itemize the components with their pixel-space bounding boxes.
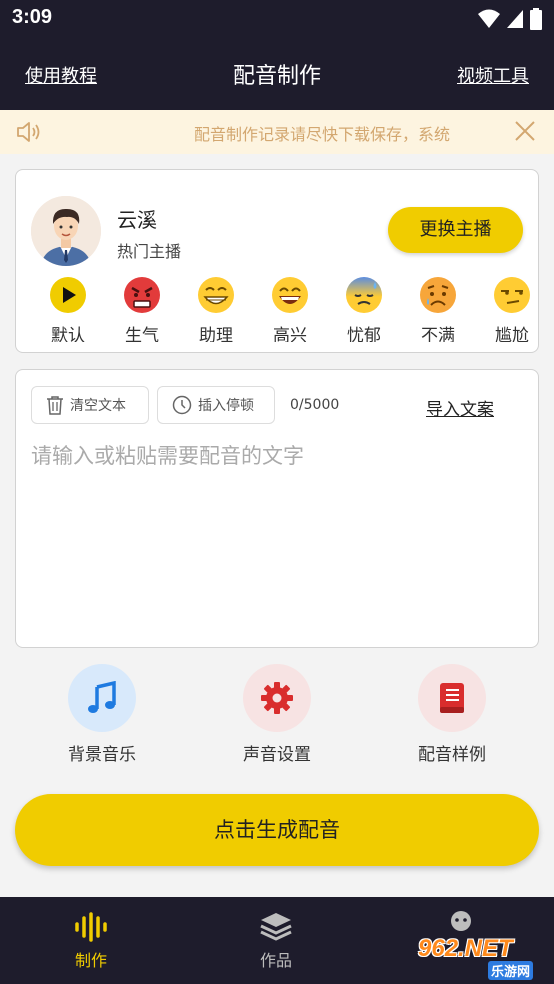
dubbing-samples-label: 配音样例: [418, 745, 486, 765]
battery-icon: [530, 8, 542, 30]
tab-works[interactable]: 作品: [221, 911, 331, 971]
tab-create[interactable]: 制作: [36, 911, 146, 971]
play-icon: [50, 277, 86, 313]
music-note-icon: [88, 681, 116, 713]
status-time: 3:09: [12, 6, 53, 28]
status-icons: [478, 8, 542, 30]
emotion-label: 高兴: [273, 326, 307, 342]
layers-icon: [260, 913, 292, 941]
watermark-subtext: 乐游网: [488, 961, 534, 980]
insert-pause-button[interactable]: 插入停顿: [157, 386, 275, 424]
emotion-label: 忧郁: [347, 326, 381, 342]
sound-wave-icon: [75, 912, 107, 942]
background-music-circle: [68, 664, 136, 732]
status-bar: 3:09: [0, 0, 554, 38]
text-editor-card: 清空文本 插入停顿 0/5000 导入文案: [15, 369, 539, 648]
trash-icon: [47, 396, 63, 415]
dubbing-samples-button[interactable]: 配音样例: [382, 664, 522, 765]
voice-settings-label: 声音设置: [243, 745, 311, 765]
emotion-label: 尴尬: [495, 326, 529, 342]
avatar[interactable]: [31, 196, 101, 266]
tab-create-label: 制作: [74, 951, 107, 970]
signal-icon: [507, 10, 523, 28]
gear-icon: [261, 682, 293, 714]
clear-text-button[interactable]: 清空文本: [31, 386, 149, 424]
emotion-label: 生气: [125, 326, 159, 342]
change-anchor-button[interactable]: 更换主播: [388, 207, 523, 253]
top-nav-bar: 使用教程 配音制作 视频工具: [0, 38, 554, 110]
voice-settings-circle: [243, 664, 311, 732]
clock-icon: [172, 395, 192, 415]
emotion-assistant[interactable]: 助理: [183, 276, 249, 342]
avatar-image: [31, 196, 101, 266]
speaker-icon: [17, 122, 40, 142]
emotion-angry[interactable]: 生气: [109, 276, 175, 342]
close-icon[interactable]: [514, 120, 536, 142]
profile-icon: [451, 911, 471, 931]
emotion-label: 不满: [421, 326, 455, 342]
happy-face-icon: [272, 277, 308, 313]
script-text-input[interactable]: [31, 440, 521, 630]
emotion-list: 默认 生气 助理 高兴 忧郁 不满 尴尬: [16, 276, 538, 342]
watermark-text: 962.NET: [418, 935, 513, 962]
unamused-face-icon: [494, 277, 530, 313]
anchor-card: 云溪 热门主播 更换主播 默认 生气 助理 高兴 忧郁 不满 尴尬: [15, 169, 539, 353]
watermark-logo: 962.NET 乐游网: [414, 935, 550, 981]
dubbing-samples-circle: [418, 664, 486, 732]
grin-face-icon: [198, 277, 234, 313]
clear-text-label: 清空文本: [70, 398, 126, 414]
book-icon: [440, 683, 464, 713]
voice-settings-button[interactable]: 声音设置: [207, 664, 347, 765]
emotion-default[interactable]: 默认: [35, 276, 101, 342]
sad-sweat-face-icon: [346, 277, 382, 313]
wifi-icon: [478, 9, 500, 28]
import-text-link[interactable]: 导入文案: [426, 395, 494, 420]
worried-face-icon: [420, 277, 456, 313]
emotion-label: 助理: [199, 326, 233, 342]
background-music-label: 背景音乐: [68, 745, 136, 765]
video-tools-link[interactable]: 视频工具: [457, 62, 529, 88]
emotion-melancholy[interactable]: 忧郁: [331, 276, 397, 342]
insert-pause-label: 插入停顿: [198, 398, 254, 414]
anchor-type: 热门主播: [117, 242, 182, 261]
anchor-name: 云溪: [117, 208, 157, 232]
emotion-happy[interactable]: 高兴: [257, 276, 323, 342]
notice-bar: 配音制作记录请尽快下载保存，系统: [0, 110, 554, 154]
generate-dubbing-button[interactable]: 点击生成配音: [15, 794, 539, 866]
emotion-awkward[interactable]: 尴尬: [479, 276, 538, 342]
angry-face-icon: [124, 277, 160, 313]
char-counter: 0/5000: [290, 397, 340, 413]
emotion-dissatisfied[interactable]: 不满: [405, 276, 471, 342]
notice-text: 配音制作记录请尽快下载保存，系统: [194, 125, 451, 144]
tab-works-label: 作品: [259, 951, 292, 970]
background-music-button[interactable]: 背景音乐: [32, 664, 172, 765]
emotion-label: 默认: [51, 326, 85, 342]
